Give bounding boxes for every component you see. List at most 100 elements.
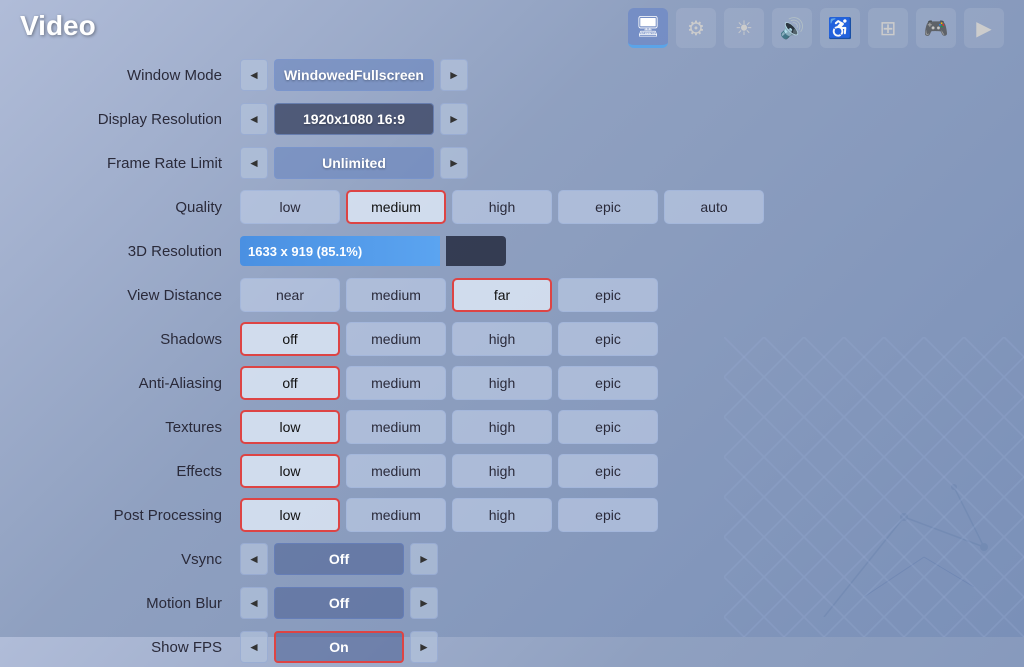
motion-blur-value: Off [274, 587, 404, 619]
motion-blur-label: Motion Blur [60, 595, 240, 612]
motion-blur-right[interactable]: ► [410, 587, 438, 619]
motion-blur-controls: ◄ Off ► [240, 587, 984, 619]
frame-rate-right[interactable]: ► [440, 147, 468, 179]
textures-label: Textures [60, 419, 240, 436]
anti-aliasing-off[interactable]: off [240, 366, 340, 400]
textures-medium[interactable]: medium [346, 410, 446, 444]
effects-low[interactable]: low [240, 454, 340, 488]
view-distance-near[interactable]: near [240, 278, 340, 312]
show-fps-label: Show FPS [60, 639, 240, 656]
effects-epic[interactable]: epic [558, 454, 658, 488]
window-mode-label: Window Mode [60, 67, 240, 84]
quality-high[interactable]: high [452, 190, 552, 224]
vsync-left[interactable]: ◄ [240, 543, 268, 575]
vsync-right[interactable]: ► [410, 543, 438, 575]
display-resolution-label: Display Resolution [60, 111, 240, 128]
textures-epic[interactable]: epic [558, 410, 658, 444]
shadows-medium[interactable]: medium [346, 322, 446, 356]
window-mode-right[interactable]: ► [440, 59, 468, 91]
shadows-high[interactable]: high [452, 322, 552, 356]
display-resolution-row: Display Resolution ◄ 1920x1080 16:9 ► [60, 99, 984, 139]
res-bar-container: 1633 x 919 (85.1%) [240, 236, 506, 266]
post-processing-low[interactable]: low [240, 498, 340, 532]
textures-high[interactable]: high [452, 410, 552, 444]
frame-rate-controls: ◄ Unlimited ► [240, 147, 984, 179]
anti-aliasing-controls: off medium high epic [240, 366, 984, 400]
window-mode-value: WindowedFullscreen [274, 59, 434, 91]
shadows-controls: off medium high epic [240, 322, 984, 356]
quality-label: Quality [60, 199, 240, 216]
display-res-right[interactable]: ► [440, 103, 468, 135]
shadows-epic[interactable]: epic [558, 322, 658, 356]
motion-blur-row: Motion Blur ◄ Off ► [60, 583, 984, 623]
frame-rate-label: Frame Rate Limit [60, 155, 240, 172]
layout-icon[interactable]: ⊞ [868, 8, 908, 48]
brightness-icon[interactable]: ☀ [724, 8, 764, 48]
shadows-row: Shadows off medium high epic [60, 319, 984, 359]
display-resolution-controls: ◄ 1920x1080 16:9 ► [240, 103, 984, 135]
settings-content: Window Mode ◄ WindowedFullscreen ► Displ… [60, 55, 984, 627]
post-processing-medium[interactable]: medium [346, 498, 446, 532]
post-processing-row: Post Processing low medium high epic [60, 495, 984, 535]
quality-row: Quality low medium high epic auto [60, 187, 984, 227]
quality-controls: low medium high epic auto [240, 190, 984, 224]
window-mode-row: Window Mode ◄ WindowedFullscreen ► [60, 55, 984, 95]
audio-icon[interactable]: 🔊 [772, 8, 812, 48]
vsync-value: Off [274, 543, 404, 575]
quality-low[interactable]: low [240, 190, 340, 224]
nav-icons: 🖥 ⚙ ☀ 🔊 ♿ ⊞ 🎮 ▶ [628, 8, 1004, 48]
gamepad-icon[interactable]: 🎮 [916, 8, 956, 48]
show-fps-value: On [274, 631, 404, 663]
anti-aliasing-medium[interactable]: medium [346, 366, 446, 400]
frame-rate-value: Unlimited [274, 147, 434, 179]
gear-icon[interactable]: ⚙ [676, 8, 716, 48]
res-bar-value: 1633 x 919 (85.1%) [248, 244, 362, 259]
show-fps-row: Show FPS ◄ On ► [60, 627, 984, 667]
view-distance-label: View Distance [60, 287, 240, 304]
view-distance-far[interactable]: far [452, 278, 552, 312]
post-processing-high[interactable]: high [452, 498, 552, 532]
vsync-row: Vsync ◄ Off ► [60, 539, 984, 579]
quality-medium[interactable]: medium [346, 190, 446, 224]
shadows-off[interactable]: off [240, 322, 340, 356]
post-processing-label: Post Processing [60, 507, 240, 524]
textures-low[interactable]: low [240, 410, 340, 444]
view-distance-controls: near medium far epic [240, 278, 984, 312]
anti-aliasing-label: Anti-Aliasing [60, 375, 240, 392]
resolution-3d-label: 3D Resolution [60, 243, 240, 260]
anti-aliasing-epic[interactable]: epic [558, 366, 658, 400]
post-processing-controls: low medium high epic [240, 498, 984, 532]
play-icon[interactable]: ▶ [964, 8, 1004, 48]
shadows-label: Shadows [60, 331, 240, 348]
quality-epic[interactable]: epic [558, 190, 658, 224]
display-res-value: 1920x1080 16:9 [274, 103, 434, 135]
effects-high[interactable]: high [452, 454, 552, 488]
show-fps-right[interactable]: ► [410, 631, 438, 663]
window-mode-left[interactable]: ◄ [240, 59, 268, 91]
resolution-3d-row: 3D Resolution 1633 x 919 (85.1%) [60, 231, 984, 271]
frame-rate-left[interactable]: ◄ [240, 147, 268, 179]
quality-auto[interactable]: auto [664, 190, 764, 224]
post-processing-epic[interactable]: epic [558, 498, 658, 532]
display-res-left[interactable]: ◄ [240, 103, 268, 135]
vsync-label: Vsync [60, 551, 240, 568]
textures-row: Textures low medium high epic [60, 407, 984, 447]
view-distance-row: View Distance near medium far epic [60, 275, 984, 315]
frame-rate-row: Frame Rate Limit ◄ Unlimited ► [60, 143, 984, 183]
motion-blur-left[interactable]: ◄ [240, 587, 268, 619]
top-nav: Video 🖥 ⚙ ☀ 🔊 ♿ ⊞ 🎮 ▶ [0, 0, 1024, 55]
effects-medium[interactable]: medium [346, 454, 446, 488]
view-distance-medium[interactable]: medium [346, 278, 446, 312]
anti-aliasing-high[interactable]: high [452, 366, 552, 400]
accessibility-icon[interactable]: ♿ [820, 8, 860, 48]
res-bar-empty [446, 236, 506, 266]
view-distance-epic[interactable]: epic [558, 278, 658, 312]
resolution-3d-controls: 1633 x 919 (85.1%) [240, 236, 984, 266]
effects-row: Effects low medium high epic [60, 451, 984, 491]
show-fps-left[interactable]: ◄ [240, 631, 268, 663]
effects-controls: low medium high epic [240, 454, 984, 488]
monitor-icon[interactable]: 🖥 [628, 8, 668, 48]
res-bar-filled: 1633 x 919 (85.1%) [240, 236, 440, 266]
window-mode-controls: ◄ WindowedFullscreen ► [240, 59, 984, 91]
show-fps-controls: ◄ On ► [240, 631, 984, 663]
